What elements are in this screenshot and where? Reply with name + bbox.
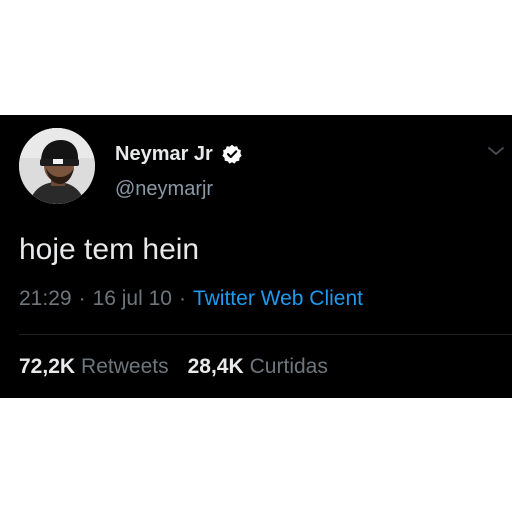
meta-separator: · — [78, 287, 86, 310]
profile-photo-icon — [19, 128, 95, 204]
meta-separator: · — [178, 287, 186, 310]
avatar[interactable] — [19, 128, 95, 204]
display-name-row: Neymar Jr — [115, 141, 242, 167]
retweets-stat[interactable]: 72,2K Retweets — [19, 355, 169, 379]
tweet-source-link[interactable]: Twitter Web Client — [193, 287, 363, 311]
tweet-date[interactable]: 16 jul 10 — [93, 287, 172, 311]
retweets-label: Retweets — [81, 355, 169, 378]
verified-badge-icon — [222, 144, 242, 164]
divider — [19, 334, 512, 335]
likes-label: Curtidas — [249, 355, 328, 378]
chevron-down-icon[interactable] — [485, 143, 507, 159]
page: Neymar Jr @neymarjr hoje tem hein 21:29 … — [0, 0, 512, 512]
tweet-time[interactable]: 21:29 — [19, 287, 72, 311]
tweet-meta: 21:29 · 16 jul 10 · Twitter Web Client — [19, 287, 363, 311]
user-handle[interactable]: @neymarjr — [115, 178, 213, 201]
tweet-card: Neymar Jr @neymarjr hoje tem hein 21:29 … — [0, 115, 512, 398]
display-name[interactable]: Neymar Jr — [115, 143, 213, 166]
tweet-stats: 72,2K Retweets 28,4K Curtidas — [19, 355, 328, 379]
tweet-text: hoje tem hein — [19, 233, 200, 266]
likes-count: 28,4K — [187, 355, 244, 378]
likes-stat[interactable]: 28,4K Curtidas — [188, 355, 328, 379]
retweets-count: 72,2K — [19, 355, 76, 378]
